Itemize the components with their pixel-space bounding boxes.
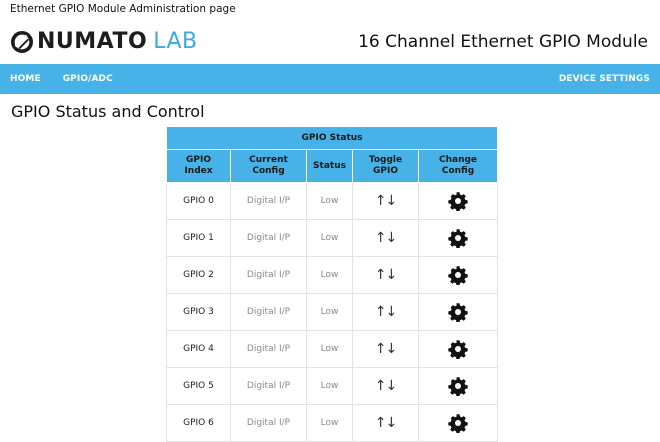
table-row: GPIO 2 Digital I/P Low ↑↓ (166, 256, 499, 294)
change-config-cell (417, 367, 499, 405)
page-title: GPIO Status and Control (11, 102, 205, 121)
toggle-gpio-cell: ↑↓ (352, 367, 419, 405)
change-config-cell (417, 404, 499, 442)
gear-icon[interactable] (448, 376, 468, 396)
toggle-gpio-cell: ↑↓ (352, 404, 419, 442)
up-down-arrows-icon[interactable]: ↑↓ (375, 415, 397, 431)
current-config-cell: Digital I/P (230, 219, 307, 257)
toggle-gpio-cell: ↑↓ (352, 256, 419, 294)
up-down-arrows-icon[interactable]: ↑↓ (375, 304, 397, 320)
gear-icon[interactable] (448, 339, 468, 359)
gpio-index-cell: GPIO 1 (166, 219, 231, 257)
window-title: Ethernet GPIO Module Administration page (10, 3, 236, 15)
status-cell: Low (306, 219, 353, 257)
status-cell: Low (306, 256, 353, 294)
gpio-index-cell: GPIO 6 (166, 404, 231, 442)
toggle-gpio-cell: ↑↓ (352, 219, 419, 257)
column-header-gpio-index: GPIO Index (166, 149, 231, 183)
product-title: 16 Channel Ethernet GPIO Module (358, 32, 648, 52)
table-caption: GPIO Status (165, 126, 499, 150)
up-down-arrows-icon[interactable]: ↑↓ (375, 267, 397, 283)
status-cell: Low (306, 182, 353, 220)
table-row: GPIO 5 Digital I/P Low ↑↓ (166, 367, 499, 405)
current-config-cell: Digital I/P (230, 182, 307, 220)
current-config-cell: Digital I/P (230, 367, 307, 405)
toggle-gpio-cell: ↑↓ (352, 182, 419, 220)
gpio-index-cell: GPIO 5 (166, 367, 231, 405)
numato-logo-icon (11, 31, 33, 53)
gear-icon[interactable] (448, 413, 468, 433)
up-down-arrows-icon[interactable]: ↑↓ (375, 193, 397, 209)
change-config-cell (417, 330, 499, 368)
numato-logo[interactable]: NUMATO LAB (11, 28, 198, 56)
change-config-cell (417, 182, 499, 220)
page-header: NUMATO LAB 16 Channel Ethernet GPIO Modul… (0, 18, 660, 64)
table-row: GPIO 4 Digital I/P Low ↑↓ (166, 330, 499, 368)
gear-icon[interactable] (448, 228, 468, 248)
nav-home-link[interactable]: HOME (10, 74, 41, 84)
gpio-index-cell: GPIO 2 (166, 256, 231, 294)
gpio-status-table-container: GPIO Status GPIO Index Current Config Stat… (165, 126, 499, 442)
gpio-index-cell: GPIO 0 (166, 182, 231, 220)
current-config-cell: Digital I/P (230, 404, 307, 442)
up-down-arrows-icon[interactable]: ↑↓ (375, 230, 397, 246)
column-header-status: Status (306, 149, 353, 183)
column-header-toggle-gpio: Toggle GPIO (352, 149, 419, 183)
change-config-cell (417, 219, 499, 257)
status-cell: Low (306, 404, 353, 442)
column-header-current-config: Current Config (230, 149, 307, 183)
up-down-arrows-icon[interactable]: ↑↓ (375, 378, 397, 394)
toggle-gpio-cell: ↑↓ (352, 293, 419, 331)
up-down-arrows-icon[interactable]: ↑↓ (375, 341, 397, 357)
gpio-index-cell: GPIO 4 (166, 330, 231, 368)
toggle-gpio-cell: ↑↓ (352, 330, 419, 368)
current-config-cell: Digital I/P (230, 256, 307, 294)
status-cell: Low (306, 293, 353, 331)
change-config-cell (417, 293, 499, 331)
nav-gpio-adc-link[interactable]: GPIO/ADC (63, 74, 113, 84)
table-row: GPIO 0 Digital I/P Low ↑↓ (166, 182, 499, 220)
table-row: GPIO 1 Digital I/P Low ↑↓ (166, 219, 499, 257)
column-header-change-config: Change Config (417, 149, 499, 183)
main-navbar: HOME GPIO/ADC DEVICE SETTINGS (0, 64, 660, 94)
gear-icon[interactable] (448, 191, 468, 211)
status-cell: Low (306, 367, 353, 405)
status-cell: Low (306, 330, 353, 368)
logo-accent-text: LAB (153, 29, 198, 54)
gpio-index-cell: GPIO 3 (166, 293, 231, 331)
table-row: GPIO 6 Digital I/P Low ↑↓ (166, 404, 499, 442)
logo-text: NUMATO LAB (37, 29, 198, 54)
gpio-status-table: GPIO Status GPIO Index Current Config Stat… (165, 126, 499, 442)
current-config-cell: Digital I/P (230, 330, 307, 368)
change-config-cell (417, 256, 499, 294)
gear-icon[interactable] (448, 265, 468, 285)
table-row: GPIO 3 Digital I/P Low ↑↓ (166, 293, 499, 331)
current-config-cell: Digital I/P (230, 293, 307, 331)
gear-icon[interactable] (448, 302, 468, 322)
gpio-rows: GPIO 0 Digital I/P Low ↑↓ GPIO 1 Digital… (166, 182, 499, 442)
nav-device-settings-link[interactable]: DEVICE SETTINGS (559, 74, 650, 84)
